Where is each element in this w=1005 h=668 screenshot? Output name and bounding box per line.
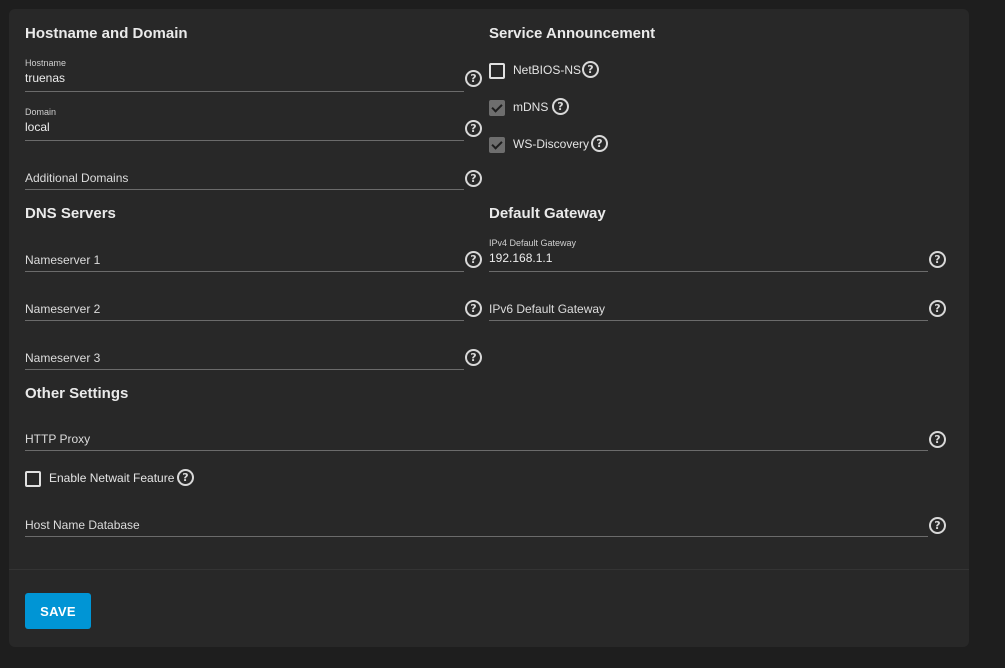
ipv4-gateway-label: IPv4 Default Gateway [489,238,577,248]
ipv4-gateway-value[interactable]: 192.168.1.1 [489,251,552,265]
additional-domains-help-icon[interactable]: ? [465,170,482,187]
hostname-label: Hostname [25,58,67,68]
additional-domains-placeholder[interactable]: Additional Domains [25,171,128,185]
ipv6-gateway-underline [489,320,928,321]
domain-underline [25,140,464,141]
domain-label: Domain [25,107,57,117]
mdns-checkbox[interactable] [489,100,505,116]
hostname-value[interactable]: truenas [25,71,65,85]
netwait-help-icon[interactable]: ? [177,469,194,486]
domain-value[interactable]: local [25,120,50,134]
section-title-dns-servers: DNS Servers [25,205,116,222]
netwait-label[interactable]: Enable Netwait Feature [49,471,174,485]
nameserver1-underline [25,271,464,272]
nameserver2-field[interactable]: Nameserver 2 [25,287,464,321]
section-title-service-announcement: Service Announcement [489,25,656,42]
ws-discovery-help-icon[interactable]: ? [591,135,608,152]
ws-discovery-checkbox[interactable] [489,137,505,153]
ipv6-gateway-field[interactable]: IPv6 Default Gateway [489,287,928,321]
nameserver1-placeholder[interactable]: Nameserver 1 [25,253,100,267]
ipv4-gateway-underline [489,271,928,272]
section-title-hostname-domain: Hostname and Domain [25,25,188,42]
footer-divider [9,569,969,570]
hostname-field[interactable]: Hostname truenas [25,58,464,92]
additional-domains-field[interactable]: Additional Domains [25,156,464,190]
nameserver3-underline [25,369,464,370]
nameserver2-placeholder[interactable]: Nameserver 2 [25,302,100,316]
ipv4-gateway-help-icon[interactable]: ? [929,251,946,268]
http-proxy-help-icon[interactable]: ? [929,431,946,448]
netbios-ns-help-icon[interactable]: ? [582,61,599,78]
hostname-underline [25,91,464,92]
nameserver3-field[interactable]: Nameserver 3 [25,336,464,370]
mdns-label[interactable]: mDNS [513,100,548,114]
mdns-help-icon[interactable]: ? [552,98,569,115]
host-name-database-underline [25,536,928,537]
hostname-help-icon[interactable]: ? [465,70,482,87]
section-title-other-settings: Other Settings [25,385,129,402]
nameserver2-underline [25,320,464,321]
netbios-ns-label[interactable]: NetBIOS-NS [513,63,581,77]
network-settings-card: Hostname and Domain Hostname truenas ? D… [9,9,969,647]
ipv6-gateway-help-icon[interactable]: ? [929,300,946,317]
http-proxy-placeholder[interactable]: HTTP Proxy [25,432,90,446]
http-proxy-underline [25,450,928,451]
host-name-database-help-icon[interactable]: ? [929,517,946,534]
http-proxy-field[interactable]: HTTP Proxy [25,417,928,451]
nameserver1-help-icon[interactable]: ? [465,251,482,268]
nameserver3-placeholder[interactable]: Nameserver 3 [25,351,100,365]
netwait-checkbox[interactable] [25,471,41,487]
section-title-default-gateway: Default Gateway [489,205,606,222]
domain-field[interactable]: Domain local [25,107,464,141]
additional-domains-underline [25,189,464,190]
nameserver1-field[interactable]: Nameserver 1 [25,238,464,272]
nameserver3-help-icon[interactable]: ? [465,349,482,366]
ipv6-gateway-placeholder[interactable]: IPv6 Default Gateway [489,302,605,316]
ipv4-gateway-field[interactable]: IPv4 Default Gateway 192.168.1.1 [489,238,928,272]
save-button[interactable]: SAVE [25,593,91,629]
ws-discovery-label[interactable]: WS-Discovery [513,137,589,151]
host-name-database-field[interactable]: Host Name Database [25,503,928,537]
domain-help-icon[interactable]: ? [465,120,482,137]
netbios-ns-checkbox[interactable] [489,63,505,79]
host-name-database-placeholder[interactable]: Host Name Database [25,518,140,532]
nameserver2-help-icon[interactable]: ? [465,300,482,317]
